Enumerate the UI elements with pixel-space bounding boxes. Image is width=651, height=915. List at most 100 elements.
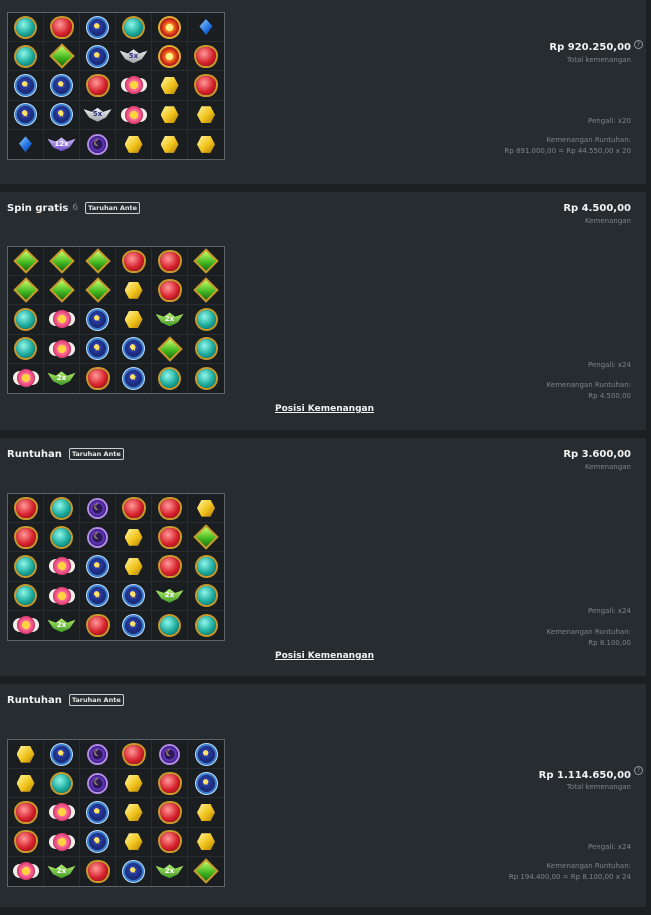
- blue-star-emblem-icon: ★: [125, 340, 142, 358]
- grid-cell: ★: [116, 363, 152, 393]
- round-panel-2: Spin gratis 6 Taruhan Ante Rp 4.500,00 K…: [0, 192, 646, 430]
- blue-star-emblem-icon: ★: [89, 47, 106, 65]
- grid-cell: ★: [188, 740, 224, 770]
- purple-moon-emblem-icon: ☾: [161, 745, 178, 763]
- grid-cell: [188, 71, 224, 101]
- grid-cell: [188, 494, 224, 524]
- grid-cell: [188, 857, 224, 886]
- grid-cell: [188, 276, 224, 306]
- grid-cell: [44, 769, 80, 799]
- red-heart-gem-icon: [15, 527, 36, 547]
- green-gem-icon: [51, 46, 72, 67]
- pink-heart-icon: [124, 105, 143, 124]
- grid-cell: [44, 581, 80, 611]
- red-heart-gem-icon: [159, 802, 180, 822]
- grid-cell: [8, 276, 44, 306]
- grid-cell: [188, 552, 224, 582]
- multiplier-text: Pengali: x24: [588, 607, 631, 615]
- grid-cell: [44, 827, 80, 857]
- blue-star-emblem-icon: ★: [53, 76, 70, 94]
- green-gem-icon: [159, 338, 180, 359]
- grid-cell: ★: [44, 100, 80, 130]
- yellow-gem-icon: [124, 774, 143, 792]
- grid-cell: [8, 305, 44, 335]
- yellow-gem-icon: [124, 135, 143, 153]
- red-heart-gem-icon: [196, 46, 216, 66]
- blue-star-emblem-icon: ★: [125, 369, 142, 387]
- teal-gem-icon: [124, 17, 143, 37]
- yellow-gem-icon: [197, 833, 215, 851]
- grid-cell: [152, 334, 188, 364]
- red-heart-gem-icon: [159, 498, 180, 518]
- spin-count: 6: [72, 203, 79, 213]
- grid-cell: [188, 305, 224, 335]
- pink-heart-icon: [52, 586, 71, 605]
- grid-cell: [44, 276, 80, 306]
- grid-cell: ★: [80, 581, 116, 611]
- multiplier-2x-icon: 2x: [47, 864, 76, 879]
- grid-cell: ☾: [80, 769, 116, 799]
- grid-cell: ★: [44, 740, 80, 770]
- grid-cell: [116, 552, 152, 582]
- blue-star-emblem-icon: ★: [89, 557, 106, 575]
- grid-cell: ★: [116, 610, 152, 640]
- tumble-win-calc: Rp 194.400,00 = Rp 8.100,00 x 24: [508, 873, 631, 881]
- grid-cell: [152, 276, 188, 306]
- grid-cell: 2x: [44, 363, 80, 393]
- grid-cell: [188, 611, 224, 640]
- red-heart-gem-icon: [15, 498, 36, 518]
- pink-heart-icon: [52, 803, 71, 822]
- grid-cell: ★: [116, 334, 152, 364]
- blue-diamond-gem-icon: [199, 19, 213, 36]
- grid-cell: [8, 334, 44, 364]
- grid-cell: 2x: [152, 305, 188, 335]
- green-gem-icon: [51, 251, 72, 271]
- total-win-label: Total kemenangan: [566, 783, 631, 791]
- blue-star-emblem-icon: ★: [89, 18, 106, 36]
- grid-cell: [8, 798, 44, 828]
- grid-cell: ★: [80, 334, 116, 364]
- grid-cell: [188, 335, 224, 364]
- grid-cell: ☾: [80, 740, 116, 770]
- grid-cell: [116, 71, 152, 101]
- grid-cell: [8, 42, 44, 72]
- grid-cell: [8, 523, 44, 553]
- yellow-gem-icon: [160, 135, 179, 153]
- red-heart-gem-icon: [123, 498, 144, 518]
- winning-positions-link[interactable]: Posisi Kemenangan: [275, 404, 374, 414]
- grid-cell: [152, 129, 188, 159]
- symbol-grid: ★ 2x ★ ★ 2x ★: [7, 246, 225, 394]
- grid-cell: 2x: [44, 856, 80, 886]
- red-heart-gem-icon: [15, 832, 36, 852]
- win-amount: Rp 4.500,00: [563, 203, 631, 214]
- green-gem-icon: [87, 251, 108, 271]
- grid-cell: [116, 769, 152, 799]
- tumble-win-info: Kemenangan Runtuhan: Rp 8.100,00: [491, 627, 631, 649]
- teal-gem-icon: [160, 368, 179, 388]
- sun-emblem-icon: [160, 17, 179, 37]
- grid-cell: [8, 129, 44, 159]
- teal-gem-icon: [16, 339, 35, 359]
- grid-cell: [188, 364, 224, 393]
- help-icon[interactable]: ?: [634, 766, 643, 775]
- purple-moon-emblem-icon: ☾: [89, 499, 106, 517]
- help-icon[interactable]: ?: [634, 40, 643, 49]
- grid-cell: [116, 13, 152, 43]
- grid-cell: ★: [80, 13, 116, 43]
- grid-cell: [152, 42, 188, 72]
- green-gem-icon: [196, 251, 216, 271]
- round-title-text: Spin gratis: [7, 202, 69, 214]
- winning-positions-link[interactable]: Posisi Kemenangan: [275, 651, 374, 661]
- grid-cell: [8, 494, 44, 524]
- yellow-gem-icon: [16, 745, 35, 763]
- sun-emblem-icon: [160, 46, 179, 66]
- grid-cell: [80, 247, 116, 277]
- grid-cell: [116, 827, 152, 857]
- grid-cell: 2x: [152, 581, 188, 611]
- green-gem-icon: [196, 527, 216, 548]
- multiplier-2x-icon: 2x: [155, 312, 184, 327]
- multiplier-12x-icon: 12x: [47, 137, 76, 152]
- yellow-gem-icon: [124, 310, 143, 328]
- blue-star-emblem-icon: ★: [197, 745, 215, 763]
- teal-gem-icon: [16, 309, 35, 329]
